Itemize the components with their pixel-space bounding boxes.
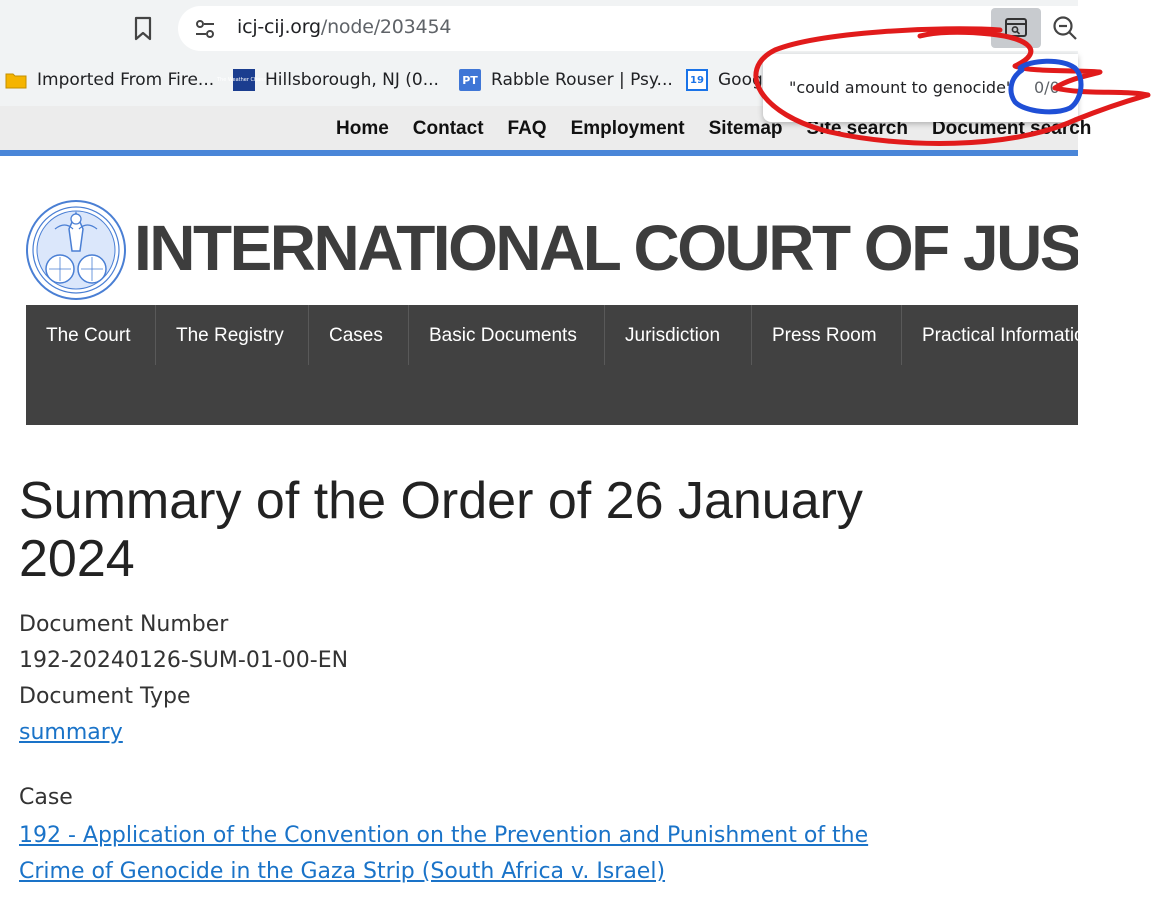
document-number-value: 192-20240126-SUM-01-00-EN: [19, 648, 349, 673]
zoom-out-icon[interactable]: [1052, 15, 1078, 41]
find-in-page-button[interactable]: [991, 8, 1041, 48]
bookmark-label: Imported From Fire...: [37, 70, 215, 90]
calendar-icon: 19: [686, 69, 708, 91]
page-title: Summary of the Order of 26 January 2024: [19, 472, 863, 588]
bookmark-icon[interactable]: [132, 16, 154, 42]
link-faq[interactable]: FAQ: [508, 118, 547, 140]
bookmark-label: Rabble Rouser | Psy...: [491, 70, 673, 90]
nav-press-room[interactable]: Press Room: [752, 305, 902, 365]
header-divider: [0, 150, 1078, 156]
folder-icon: [5, 69, 27, 91]
nav-cases[interactable]: Cases: [309, 305, 409, 365]
link-contact[interactable]: Contact: [413, 118, 484, 140]
site-settings-icon[interactable]: [194, 18, 216, 40]
url-domain: icj-cij.org: [237, 16, 321, 38]
nav-the-court[interactable]: The Court: [26, 305, 156, 365]
weather-channel-logo-text: The Weather Channel: [216, 77, 272, 83]
find-query[interactable]: "could amount to genocide": [789, 78, 1013, 97]
link-employment[interactable]: Employment: [571, 118, 685, 140]
bookmark-google-calendar[interactable]: 19 Goog: [686, 66, 763, 94]
pt-logo-text: PT: [462, 73, 478, 87]
bookmark-label: Goog: [718, 70, 763, 90]
nav-basic-documents[interactable]: Basic Documents: [409, 305, 605, 365]
bookmark-label: Hillsborough, NJ (0...: [265, 70, 439, 90]
nav-jurisdiction[interactable]: Jurisdiction: [605, 305, 752, 365]
bookmark-hillsborough[interactable]: The Weather Channel Hillsborough, NJ (0.…: [217, 66, 439, 94]
document-type-link[interactable]: summary: [19, 720, 123, 745]
document-number-label: Document Number: [19, 612, 229, 637]
nav-the-registry[interactable]: The Registry: [156, 305, 309, 365]
pt-icon: PT: [459, 69, 481, 91]
case-link[interactable]: 192 - Application of the Convention on t…: [19, 818, 919, 890]
find-in-page-icon: [1005, 18, 1027, 37]
bookmark-folder-imported[interactable]: Imported From Fire...: [5, 66, 214, 94]
url-path: /node/203454: [320, 16, 452, 38]
bookmark-rabble-rouser[interactable]: PT Rabble Rouser | Psy...: [459, 66, 673, 94]
link-home[interactable]: Home: [336, 118, 389, 140]
calendar-date-text: 19: [690, 74, 704, 86]
nav-practical-information[interactable]: Practical Information: [902, 305, 1078, 365]
icj-seal-logo[interactable]: [25, 199, 127, 301]
main-navigation: The Court The Registry Cases Basic Docum…: [26, 305, 1078, 425]
find-match-count: 0/0: [1034, 78, 1060, 97]
url-text[interactable]: icj-cij.org/node/203454: [237, 16, 451, 38]
weather-channel-icon: The Weather Channel: [217, 69, 271, 91]
site-title[interactable]: INTERNATIONAL COURT OF JUSTICE: [134, 208, 1078, 288]
case-label: Case: [19, 785, 73, 810]
document-type-label: Document Type: [19, 684, 191, 709]
